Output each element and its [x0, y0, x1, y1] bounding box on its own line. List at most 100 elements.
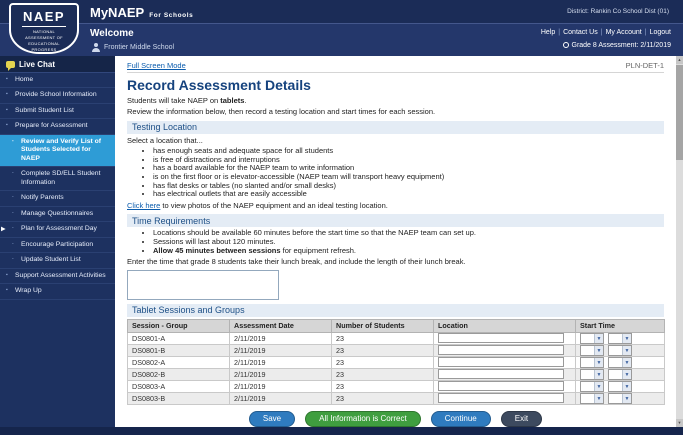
session-group-cell: DS0801-A	[128, 332, 230, 344]
exit-button[interactable]: Exit	[501, 411, 542, 428]
sidebar-item-label: Manage Questionnaires	[21, 210, 93, 217]
table-row: DS0803-A 2/11/2019 23 ▼ ▼	[128, 380, 665, 392]
assessment-date-icon	[563, 42, 569, 48]
location-input[interactable]	[438, 357, 564, 367]
screen: MyNAEPFor Schools District: Rankin Co Sc…	[0, 0, 683, 435]
chat-bubble-icon	[6, 61, 15, 68]
location-input[interactable]	[438, 345, 564, 355]
assessment-date-cell: 2/11/2019	[230, 356, 332, 368]
location-cell	[434, 356, 576, 368]
sidebar-item-submit-student-list[interactable]: ▪Submit Student List	[0, 104, 115, 119]
logout-link[interactable]: Logout	[650, 29, 671, 36]
click-here-link[interactable]: Click here	[127, 201, 160, 210]
continue-button[interactable]: Continue	[431, 411, 491, 428]
bullet-icon: -	[12, 225, 14, 231]
table-row: DS0802-B 2/11/2019 23 ▼▼	[128, 368, 665, 380]
save-button[interactable]: Save	[249, 411, 295, 428]
scrollbar-thumb[interactable]	[676, 65, 683, 160]
header-links: Help|Contact Us|My Account|Logout	[541, 29, 671, 36]
sidebar-item-plan-for-assessment-day[interactable]: ▶-Plan for Assessment Day	[0, 222, 115, 237]
chevron-down-icon: ▼	[594, 370, 603, 379]
scroll-up-arrow-icon[interactable]: ▲	[676, 56, 683, 64]
start-time-hour-select[interactable]: ▼	[580, 381, 604, 392]
select-location-text: Select a location that...	[127, 136, 664, 145]
naep-logo-tagline: NATIONAL ASSESSMENT OF EDUCATIONAL PROGR…	[11, 29, 77, 53]
sidebar-menu: ▪Home ▪Provide School Information ▪Submi…	[0, 73, 115, 300]
live-chat-button[interactable]: Live Chat	[0, 56, 115, 73]
sidebar-item-wrap-up[interactable]: ▪ Wrap Up	[0, 284, 115, 299]
sidebar: Live Chat ▪Home ▪Provide School Informat…	[0, 56, 115, 427]
location-input[interactable]	[438, 333, 564, 343]
start-time-hour-select[interactable]: ▼	[580, 357, 604, 368]
location-input[interactable]	[438, 381, 564, 391]
start-time-minute-select[interactable]: ▼	[608, 357, 632, 368]
sidebar-item-encourage-participation[interactable]: -Encourage Participation	[0, 238, 115, 253]
scroll-down-arrow-icon[interactable]: ▼	[676, 419, 683, 427]
session-group-cell: DS0801-B	[128, 344, 230, 356]
sidebar-item-review-and-verify-list[interactable]: -Review and Verify List of Students Sele…	[0, 135, 115, 167]
bullet-icon: ▪	[6, 107, 8, 113]
start-time-minute-select[interactable]: ▼	[608, 393, 632, 404]
sidebar-item-update-student-list[interactable]: -Update Student List	[0, 253, 115, 268]
sidebar-item-label: Wrap Up	[15, 287, 42, 294]
testing-location-bullets: has enough seats and adequate space for …	[153, 147, 664, 199]
start-time-hour-select[interactable]: ▼	[580, 393, 604, 404]
lunch-break-input[interactable]	[127, 270, 279, 300]
help-link[interactable]: Help	[541, 29, 555, 36]
location-input[interactable]	[438, 369, 564, 379]
my-account-link[interactable]: My Account	[606, 29, 642, 36]
bullet-item: Allow 45 minutes between sessions for eq…	[153, 247, 664, 256]
location-cell	[434, 380, 576, 392]
sidebar-item-complete-sd-ell-student-information[interactable]: -Complete SD/ELL Student Information	[0, 167, 115, 191]
main-content: Full Screen Mode PLN-DET-1 Record Assess…	[115, 56, 676, 427]
assessment-date-cell: 2/11/2019	[230, 380, 332, 392]
column-header-location: Location	[434, 319, 576, 332]
current-page-arrow-icon: ▶	[1, 226, 6, 234]
start-time-hour-select[interactable]: ▼	[580, 345, 604, 356]
start-time-cell: ▼▼	[576, 392, 665, 404]
full-screen-mode-link[interactable]: Full Screen Mode	[127, 61, 186, 70]
sidebar-item-provide-school-information[interactable]: ▪Provide School Information	[0, 88, 115, 103]
start-time-minute-select[interactable]: ▼	[608, 333, 632, 344]
table-row: DS0803-B 2/11/2019 23 ▼▼	[128, 392, 665, 404]
sidebar-item-prepare-for-assessment[interactable]: ▪Prepare for Assessment	[0, 119, 115, 134]
student-count-cell: 23	[332, 380, 434, 392]
session-group-cell: DS0803-A	[128, 380, 230, 392]
start-time-cell: ▼▼	[576, 344, 665, 356]
page-code: PLN-DET-1	[626, 61, 664, 70]
sidebar-item-label: Encourage Participation	[21, 241, 93, 248]
tablets-emphasis: tablets	[220, 96, 244, 105]
content-topbar: Full Screen Mode PLN-DET-1	[127, 61, 664, 73]
chevron-down-icon: ▼	[594, 358, 603, 367]
bullet-icon: ▪	[6, 287, 8, 293]
chevron-down-icon: ▼	[622, 346, 631, 355]
school-name: Frontier Middle School	[104, 44, 174, 51]
sidebar-item-home[interactable]: ▪Home	[0, 73, 115, 88]
bullet-icon: -	[12, 194, 14, 200]
start-time-hour-select[interactable]: ▼	[580, 369, 604, 380]
sidebar-item-support-assessment-activities[interactable]: ▪Support Assessment Activities	[0, 269, 115, 284]
session-group-cell: DS0803-B	[128, 392, 230, 404]
column-header-assessment-date: Assessment Date	[230, 319, 332, 332]
table-row: DS0802-A 2/11/2019 23 ▼▼	[128, 356, 665, 368]
user-icon	[92, 43, 100, 52]
start-time-minute-select[interactable]: ▼	[608, 381, 632, 392]
location-cell	[434, 392, 576, 404]
start-time-cell: ▼▼	[576, 356, 665, 368]
start-time-minute-select[interactable]: ▼	[608, 345, 632, 356]
bullet-icon: ▪	[6, 76, 8, 82]
all-information-correct-button[interactable]: All Information is Correct	[305, 411, 421, 428]
column-header-session-group: Session - Group	[128, 319, 230, 332]
column-header-number-of-students: Number of Students	[332, 319, 434, 332]
location-cell	[434, 344, 576, 356]
column-header-start-time: Start Time	[576, 319, 665, 332]
photos-line: Click here to view photos of the NAEP eq…	[127, 201, 664, 210]
start-time-hour-select[interactable]: ▼	[580, 333, 604, 344]
sidebar-item-notify-parents[interactable]: -Notify Parents	[0, 191, 115, 206]
location-input[interactable]	[438, 393, 564, 403]
sidebar-item-manage-questionnaires[interactable]: -Manage Questionnaires	[0, 207, 115, 222]
scrollbar[interactable]: ▲ ▼	[676, 56, 683, 427]
start-time-minute-select[interactable]: ▼	[608, 369, 632, 380]
bullet-icon: -	[12, 256, 14, 262]
contact-us-link[interactable]: Contact Us	[563, 29, 598, 36]
